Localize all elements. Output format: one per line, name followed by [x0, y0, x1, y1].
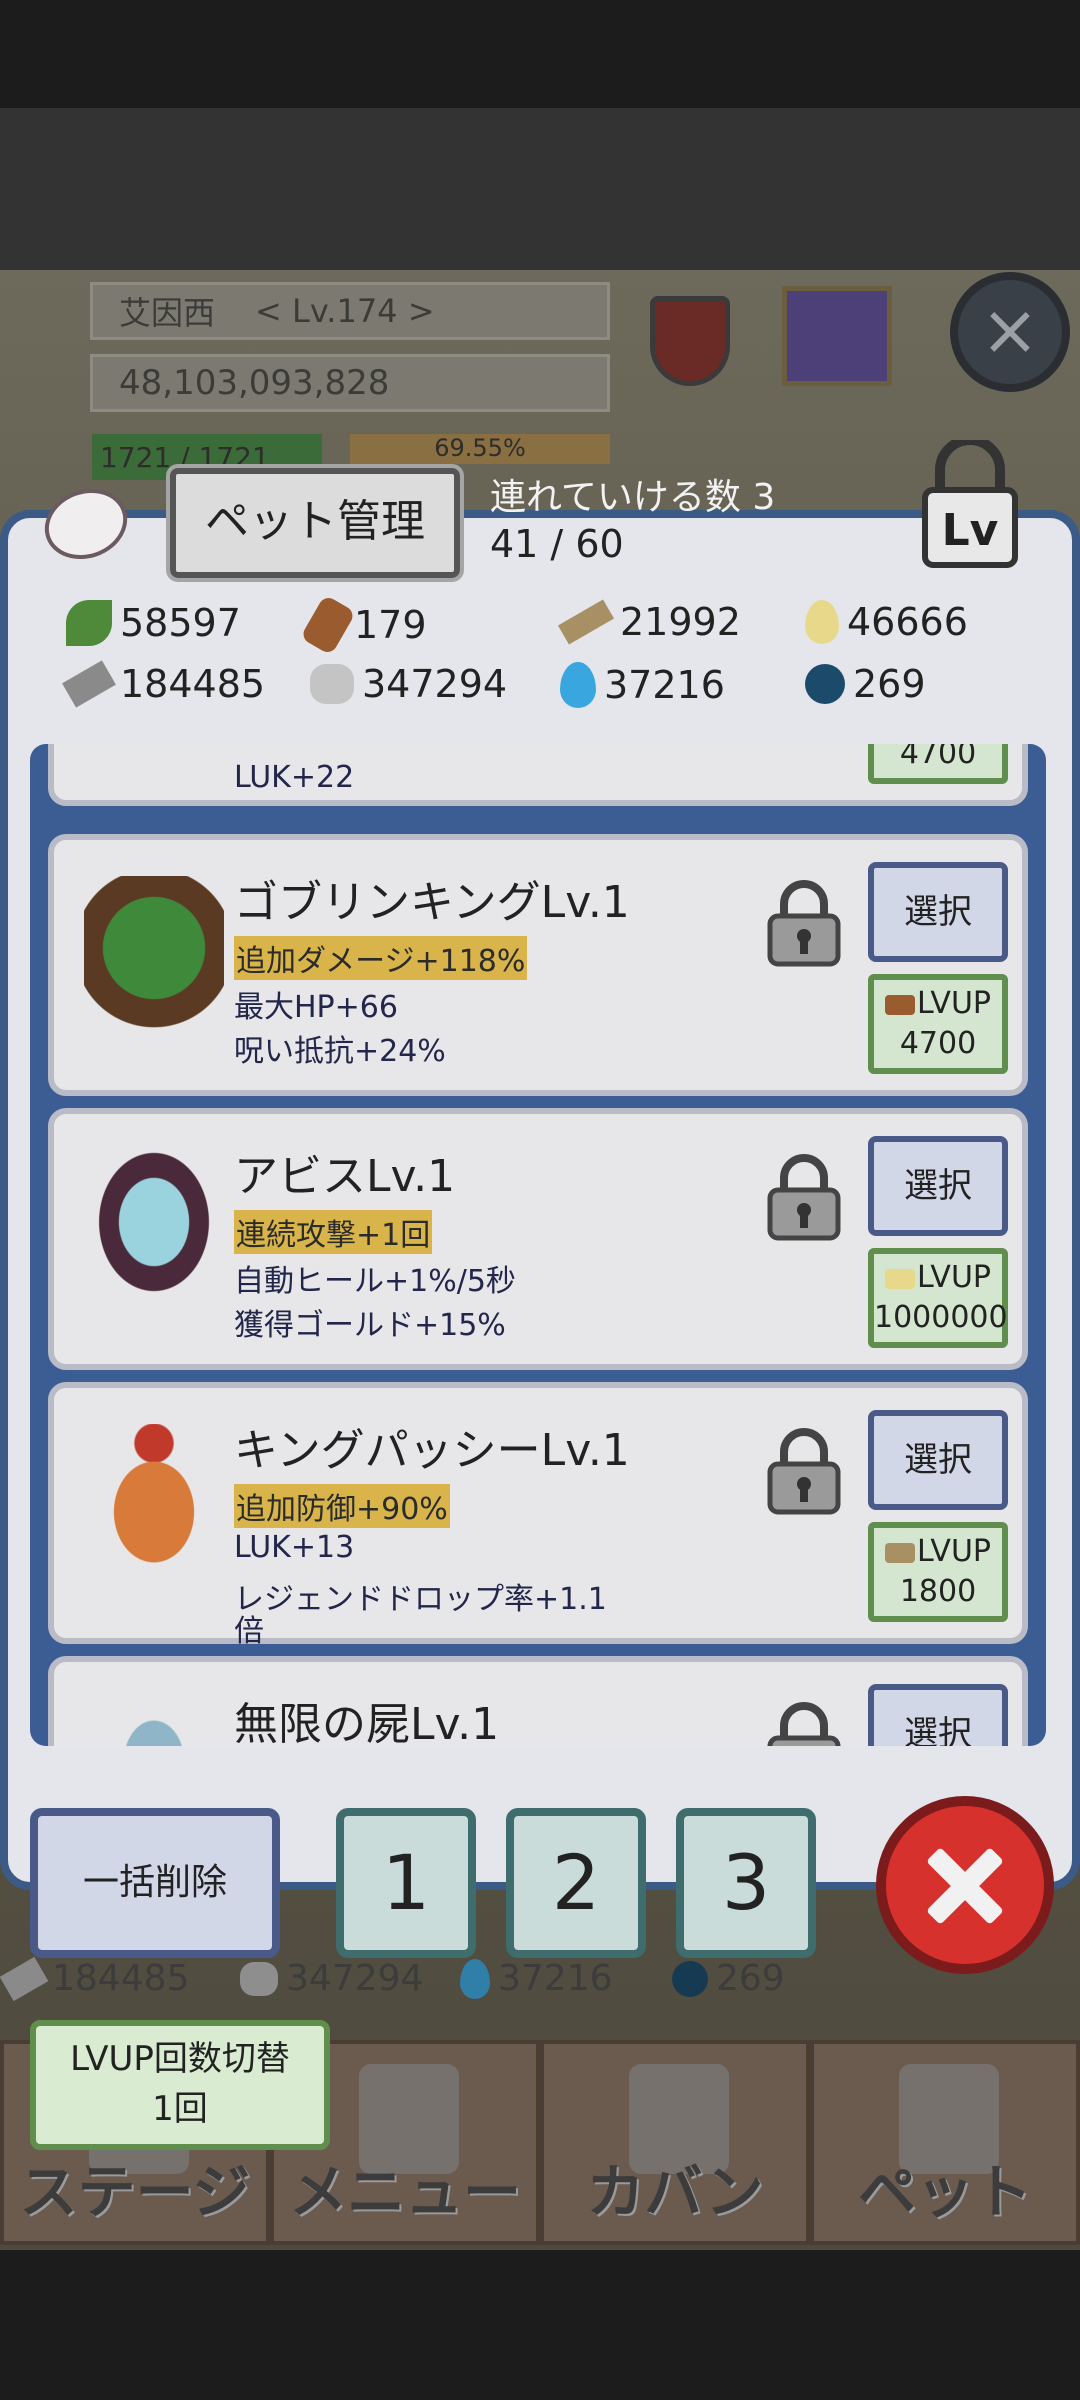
lvup-cost: 4700 — [899, 744, 977, 771]
lvup-button[interactable]: LVUP 4700 — [868, 974, 1008, 1074]
player-name: 艾因西 — [119, 294, 216, 332]
lock-level-sort-icon[interactable]: Lv — [910, 440, 1030, 570]
drop-icon — [805, 600, 839, 644]
bulk-delete-button[interactable]: 一括削除 — [30, 1808, 280, 1958]
bg-resource-orb: 269 — [672, 1958, 785, 1999]
resource-iron: 184485 — [62, 660, 265, 708]
resource-flame: 37216 — [560, 662, 725, 708]
resource-drop: 46666 — [805, 600, 968, 644]
blue-flame-icon — [460, 1958, 490, 1999]
pet-card-infinite-corpse: 無限の屍Lv.1 選択 — [48, 1656, 1028, 1746]
lvup-button[interactable]: LVUP 1800 — [868, 1522, 1008, 1622]
select-button[interactable]: 選択 — [868, 1136, 1008, 1236]
stone-icon — [310, 664, 354, 704]
pet-name: キングパッシーLv.1 — [234, 1425, 630, 1476]
abyss-image — [84, 1150, 224, 1310]
pet-stat: 倍 — [234, 1614, 264, 1649]
wood-plank-icon — [885, 1542, 915, 1563]
pet-name: ゴブリンキングLv.1 — [234, 877, 630, 928]
lvup-button[interactable]: LVUP 1000000 — [868, 1248, 1008, 1348]
status-bar — [0, 0, 1080, 108]
dark-orb-icon — [672, 1960, 708, 1997]
close-modal-button[interactable] — [876, 1796, 1054, 1974]
lvup-toggle-value: 1回 — [152, 2089, 208, 2129]
wood-plank-icon — [557, 599, 615, 645]
pet-stat: 呪い抵抗+24% — [234, 1034, 446, 1069]
pet-card-abyss: アビスLv.1 連続攻撃+1回 自動ヒール+1%/5秒 獲得ゴールド+15% 選… — [48, 1108, 1028, 1370]
pet-name: 無限の屍Lv.1 — [234, 1699, 500, 1746]
pet-stat: 自動ヒール+1%/5秒 — [234, 1264, 516, 1299]
lvup-cost: 4700 — [899, 1026, 977, 1061]
gold-display: 48,103,093,828 — [90, 354, 610, 412]
lvup-cost: 1000000 — [874, 1300, 1008, 1335]
lock-icon[interactable] — [764, 878, 844, 968]
system-nav-bar — [0, 2250, 1080, 2400]
resource-stone: 347294 — [310, 662, 507, 706]
stone-icon — [240, 1961, 278, 1996]
pet-stat-highlight: 追加防御+90% — [234, 1484, 450, 1528]
pet-stat-highlight: 追加ダメージ+118% — [234, 936, 528, 980]
lock-icon[interactable] — [764, 1152, 844, 1242]
close-icon: × — [950, 272, 1070, 392]
nav-pet[interactable]: ペット — [810, 2040, 1080, 2245]
pet-stat: レジェンドドロップ率+1.1 — [234, 1582, 607, 1617]
dark-orb-icon — [805, 664, 845, 704]
king-passy-image — [84, 1424, 224, 1584]
select-button[interactable]: 選択 — [868, 1410, 1008, 1510]
player-level: < Lv.174 > — [255, 292, 435, 330]
lock-icon[interactable] — [764, 1426, 844, 1516]
lock-level-label: Lv — [942, 505, 999, 556]
resource-log: 179 — [299, 594, 427, 656]
bg-resource-flame: 37216 — [460, 1958, 613, 1999]
drop-icon — [885, 1268, 915, 1289]
slot-2-button[interactable]: 2 — [506, 1808, 646, 1958]
blue-flame-icon — [560, 662, 596, 708]
pet-stat: 獲得ゴールド+15% — [234, 1308, 506, 1343]
leaf-icon — [66, 600, 112, 646]
nav-bag[interactable]: カバン — [540, 2040, 810, 2245]
pet-stat: 最大HP+66 — [234, 990, 398, 1025]
pet-stat-highlight: 連続攻撃+1回 — [234, 1210, 433, 1254]
pet-list[interactable]: LUK+22 4700 ゴブリンキングLv.1 追加ダメージ+118% 最大HP… — [30, 744, 1046, 1746]
pet-stat: LUK+13 — [234, 1530, 355, 1565]
pet-count: 41 / 60 — [490, 522, 624, 566]
log-icon — [885, 994, 915, 1015]
background-resource-bar: 184485 347294 37216 269 — [0, 1956, 1080, 2018]
infinite-corpse-image — [84, 1698, 224, 1746]
modal-title: ペット管理 — [166, 464, 464, 582]
pet-name: アビスLv.1 — [234, 1151, 456, 1202]
shield-icon — [650, 296, 730, 386]
lvup-cost: 1800 — [899, 1574, 977, 1609]
pet-card-goblin-king: ゴブリンキングLv.1 追加ダメージ+118% 最大HP+66 呪い抵抗+24%… — [48, 834, 1028, 1096]
gift-box-icon — [782, 286, 892, 386]
player-name-row: 艾因西 < Lv.174 > — [90, 282, 610, 340]
select-button[interactable]: 選択 — [868, 1684, 1008, 1746]
slot-1-button[interactable]: 1 — [336, 1808, 476, 1958]
bg-resource-stone: 347294 — [240, 1958, 423, 1999]
lvup-toggle-label: LVUP回数切替 — [70, 2039, 290, 2079]
slot-3-button[interactable]: 3 — [676, 1808, 816, 1958]
resource-orb: 269 — [805, 662, 926, 706]
iron-bar-icon — [62, 660, 116, 708]
pet-card: LUK+22 4700 — [48, 744, 1028, 806]
select-button[interactable]: 選択 — [868, 862, 1008, 962]
pet-stat: LUK+22 — [234, 760, 355, 795]
resource-plank: 21992 — [557, 599, 741, 645]
bg-resource-iron: 184485 — [0, 1956, 189, 2001]
lvup-count-toggle-button[interactable]: LVUP回数切替 1回 — [30, 2020, 330, 2150]
lvup-button[interactable]: 4700 — [868, 744, 1008, 784]
exp-bar: 69.55% — [350, 434, 610, 464]
lock-icon[interactable] — [764, 1700, 844, 1746]
iron-bar-icon — [0, 1956, 49, 2001]
goblin-king-image — [84, 876, 224, 1036]
bring-count-label: 連れていける数 3 — [490, 477, 776, 518]
pet-card-king-passy: キングパッシーLv.1 追加防御+90% LUK+13 レジェンドドロップ率+1… — [48, 1382, 1028, 1649]
resource-leaf: 58597 — [66, 600, 241, 646]
